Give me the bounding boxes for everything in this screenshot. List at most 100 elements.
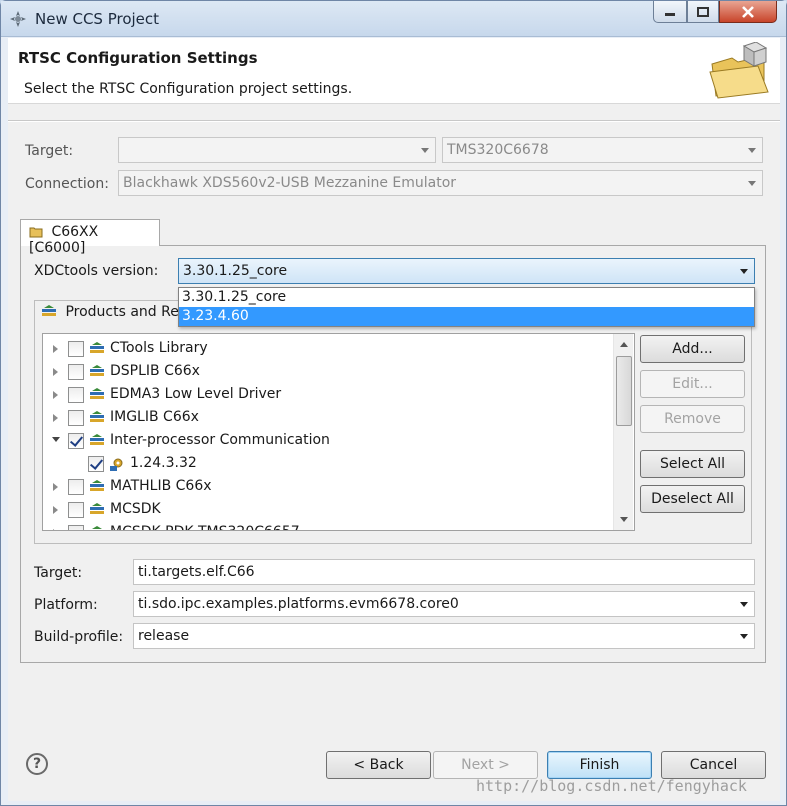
chevron-down-icon xyxy=(421,148,429,153)
minimize-button[interactable] xyxy=(653,1,687,23)
tree-row-label: MCSDK xyxy=(110,501,161,517)
build-profile-select[interactable]: release xyxy=(133,623,755,649)
tree-row[interactable]: MATHLIB C66x xyxy=(43,476,613,499)
tree-checkbox[interactable] xyxy=(68,525,84,530)
package-icon xyxy=(89,410,105,428)
build-target-input[interactable]: ti.targets.elf.C66 xyxy=(133,559,755,585)
products-tree[interactable]: CTools Library DSPLIB C66x EDMA3 Low Level… xyxy=(42,333,635,531)
package-icon xyxy=(89,525,105,530)
tree-row[interactable]: IMGLIB C66x xyxy=(43,407,613,430)
expand-closed-icon[interactable] xyxy=(53,345,58,353)
chevron-down-icon xyxy=(740,634,748,639)
build-target-value: ti.targets.elf.C66 xyxy=(138,564,255,580)
edit-button[interactable]: Edit... xyxy=(640,370,745,398)
products-group-title: Products and Re xyxy=(41,304,183,320)
close-icon xyxy=(742,5,754,18)
package-icon xyxy=(89,364,105,382)
tree-row-label: MATHLIB C66x xyxy=(110,478,212,494)
platform-value: ti.sdo.ipc.examples.platforms.evm6678.co… xyxy=(138,596,459,612)
maximize-icon xyxy=(697,6,709,17)
expand-closed-icon[interactable] xyxy=(53,506,58,514)
tree-row-label: IMGLIB C66x xyxy=(110,409,199,425)
close-button[interactable] xyxy=(719,1,777,23)
tree-row-label: MCSDK PDK TMS320C6657 xyxy=(110,524,300,530)
tree-row-label: 1.24.3.32 xyxy=(130,455,197,471)
build-profile-label: Build-profile: xyxy=(34,629,124,645)
build-target-label: Target: xyxy=(34,565,83,581)
xdctools-option[interactable]: 3.30.1.25_core xyxy=(179,288,754,307)
expand-closed-icon[interactable] xyxy=(53,483,58,491)
tree-row[interactable]: CTools Library xyxy=(43,338,613,361)
tree-checkbox[interactable] xyxy=(68,364,84,380)
package-icon xyxy=(89,341,105,359)
tree-checkbox[interactable] xyxy=(68,502,84,518)
expand-closed-icon[interactable] xyxy=(53,391,58,399)
add-button[interactable]: Add... xyxy=(640,335,745,363)
expand-closed-icon[interactable] xyxy=(53,368,58,376)
expand-closed-icon[interactable] xyxy=(53,414,58,422)
scroll-up-icon[interactable] xyxy=(620,342,628,347)
products-group-label: Products and Re xyxy=(65,304,179,320)
next-button[interactable]: Next > xyxy=(433,751,538,779)
tree-checkbox[interactable] xyxy=(68,433,84,449)
expand-closed-icon[interactable] xyxy=(53,529,58,530)
tree-row[interactable]: Inter-processor Communication xyxy=(43,430,613,453)
cancel-button[interactable]: Cancel xyxy=(661,751,766,779)
tree-row[interactable]: EDMA3 Low Level Driver xyxy=(43,384,613,407)
platform-select[interactable]: ti.sdo.ipc.examples.platforms.evm6678.co… xyxy=(133,591,755,617)
tree-checkbox[interactable] xyxy=(88,456,104,472)
tab-c66xx[interactable]: C66XX [C6000] xyxy=(20,219,160,256)
tree-row-label: DSPLIB C66x xyxy=(110,363,200,379)
maximize-button[interactable] xyxy=(687,1,719,23)
xdctools-dropdown-list: 3.30.1.25_core 3.23.4.60 xyxy=(178,287,755,327)
xdctools-version-select[interactable]: 3.30.1.25_core xyxy=(178,258,755,284)
dialog-window: New CCS Project RTSC Configuration Setti… xyxy=(0,0,787,806)
component-version-icon xyxy=(109,456,125,476)
tree-row[interactable]: 1.24.3.32 xyxy=(43,453,613,476)
tree-row[interactable]: MCSDK xyxy=(43,499,613,522)
tree-row-label: EDMA3 Low Level Driver xyxy=(110,386,282,402)
tree-checkbox[interactable] xyxy=(68,341,84,357)
finish-button[interactable]: Finish xyxy=(547,751,652,779)
chevron-down-icon xyxy=(740,602,748,607)
dialog-client-area: RTSC Configuration Settings Select the R… xyxy=(8,38,780,801)
back-button[interactable]: < Back xyxy=(326,751,431,779)
folder-icon xyxy=(29,227,43,238)
window-title: New CCS Project xyxy=(35,10,160,28)
package-icon xyxy=(89,387,105,405)
build-profile-value: release xyxy=(138,628,190,644)
tree-row-label: Inter-processor Communication xyxy=(110,432,330,448)
page-description: Select the RTSC Configuration project se… xyxy=(24,81,353,97)
tree-row-label: CTools Library xyxy=(110,340,208,356)
deselect-all-button[interactable]: Deselect All xyxy=(640,485,745,513)
scroll-down-icon[interactable] xyxy=(620,517,628,522)
tree-row[interactable]: MCSDK PDK TMS320C6657 xyxy=(43,522,613,530)
chevron-down-icon xyxy=(748,181,756,186)
tree-row[interactable]: DSPLIB C66x xyxy=(43,361,613,384)
minimize-icon xyxy=(665,12,675,16)
package-icon xyxy=(89,433,105,451)
select-all-button[interactable]: Select All xyxy=(640,450,745,478)
package-icon xyxy=(89,479,105,497)
target-device-value: TMS320C6678 xyxy=(447,142,549,158)
ccs-app-icon xyxy=(10,11,26,27)
folder-cube-icon xyxy=(709,42,769,99)
target-device-select: TMS320C6678 xyxy=(442,137,763,163)
platform-label: Platform: xyxy=(34,597,98,613)
remove-button[interactable]: Remove xyxy=(640,405,745,433)
tree-checkbox[interactable] xyxy=(68,387,84,403)
connection-value: Blackhawk XDS560v2-USB Mezzanine Emulato… xyxy=(123,175,457,191)
scroll-thumb[interactable] xyxy=(616,356,632,426)
xdctools-option-highlighted[interactable]: 3.23.4.60 xyxy=(179,307,754,326)
chevron-down-icon xyxy=(740,269,748,274)
products-tree-scrollbar[interactable] xyxy=(613,334,633,530)
tree-checkbox[interactable] xyxy=(68,479,84,495)
title-bar[interactable]: New CCS Project xyxy=(1,1,786,37)
help-icon[interactable]: ? xyxy=(26,753,48,775)
xdctools-selected-value: 3.30.1.25_core xyxy=(183,263,288,279)
connection-label: Connection: xyxy=(25,176,109,192)
expand-open-icon[interactable] xyxy=(52,437,60,442)
connection-select: Blackhawk XDS560v2-USB Mezzanine Emulato… xyxy=(118,170,763,196)
tree-checkbox[interactable] xyxy=(68,410,84,426)
chevron-down-icon xyxy=(748,148,756,153)
